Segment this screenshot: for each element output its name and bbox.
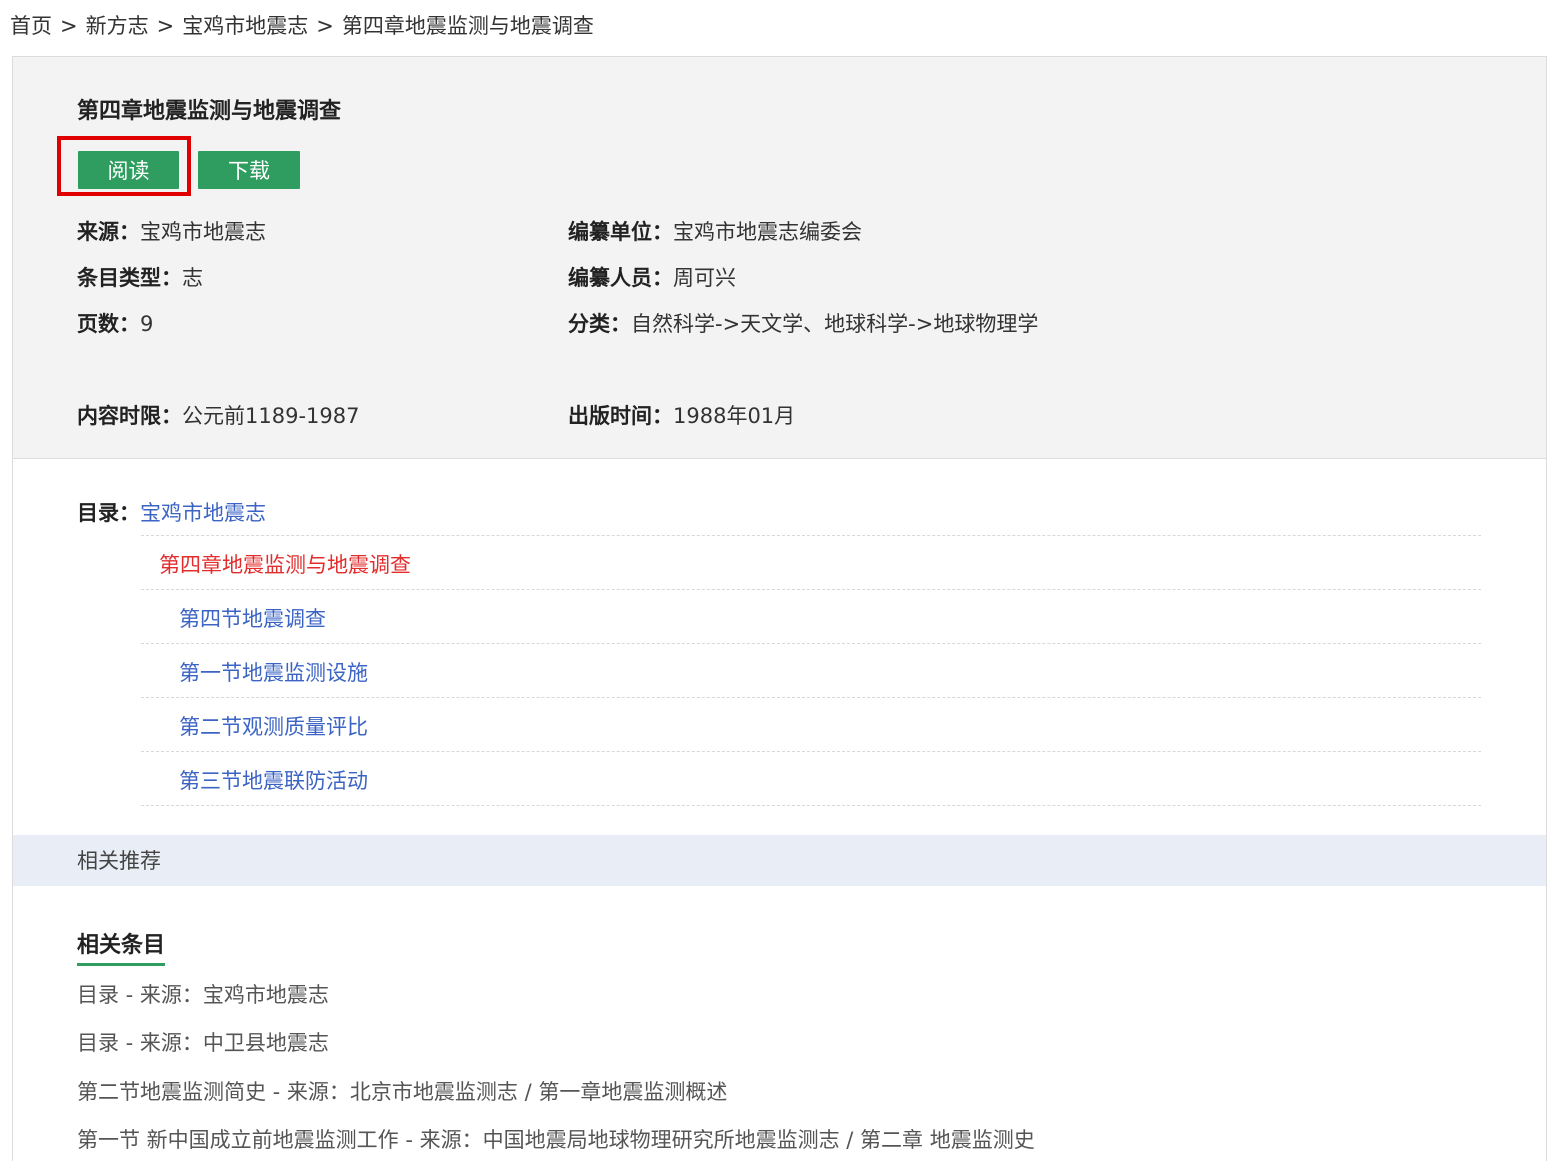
toc-row-current: 第四章地震监测与地震调查 bbox=[141, 536, 1481, 590]
breadcrumb-current: 第四章地震监测与地震调查 bbox=[341, 14, 594, 38]
related-item-link[interactable]: 第二节地震监测简史 - 来源：北京市地震监测志 / 第一章地震监测概述 bbox=[77, 1076, 727, 1106]
field-period: 内容时限：公元前1189-1987 bbox=[77, 393, 359, 439]
download-button[interactable]: 下载 bbox=[198, 151, 300, 189]
toc-root-link[interactable]: 宝鸡市地震志 bbox=[140, 501, 266, 525]
breadcrumb-separator: > bbox=[60, 14, 78, 38]
toc-current-chapter[interactable]: 第四章地震监测与地震调查 bbox=[159, 553, 411, 577]
field-source-label: 来源： bbox=[77, 220, 140, 244]
toc-row: 第二节观测质量评比 bbox=[141, 698, 1481, 752]
toc-row: 第四节地震调查 bbox=[141, 590, 1481, 644]
toc-item-link[interactable]: 第二节观测质量评比 bbox=[179, 715, 368, 739]
related-item-link[interactable]: 第一节 新中国成立前地震监测工作 - 来源：中国地震局地球物理研究所地震监测志 … bbox=[77, 1124, 1035, 1154]
breadcrumb-new-gazetteer[interactable]: 新方志 bbox=[86, 14, 149, 38]
related-section-title: 相关条目 bbox=[77, 927, 166, 966]
record-info-section: 第四章地震监测与地震调查 阅读 下载 来源：宝鸡市地震志 编纂单位：宝鸡市地震志… bbox=[13, 57, 1546, 459]
toc-item-link[interactable]: 第四节地震调查 bbox=[179, 607, 326, 631]
toc-row-root bbox=[141, 481, 1481, 536]
field-period-value: 公元前1189-1987 bbox=[182, 404, 360, 428]
record-title: 第四章地震监测与地震调查 bbox=[77, 99, 342, 124]
recommend-bar-label: 相关推荐 bbox=[77, 849, 161, 873]
field-pages-value: 9 bbox=[140, 312, 154, 336]
toc-item-link[interactable]: 第一节地震监测设施 bbox=[179, 661, 368, 685]
field-source-value: 宝鸡市地震志 bbox=[140, 220, 266, 244]
field-source: 来源：宝鸡市地震志 bbox=[77, 209, 266, 255]
toc-row: 第三节地震联防活动 bbox=[141, 752, 1481, 806]
breadcrumb-book[interactable]: 宝鸡市地震志 bbox=[182, 14, 308, 38]
related-item-link[interactable]: 目录 - 来源：中卫县地震志 bbox=[77, 1027, 329, 1057]
field-editor-person-label: 编纂人员： bbox=[568, 266, 673, 290]
field-category-value: 自然科学->天文学、地球科学->地球物理学 bbox=[631, 312, 1039, 336]
toc-row: 第一节地震监测设施 bbox=[141, 644, 1481, 698]
field-pages: 页数：9 bbox=[77, 301, 153, 347]
toc-label-text: 目录： bbox=[77, 501, 140, 525]
field-type: 条目类型：志 bbox=[77, 255, 203, 301]
field-editor-person-value: 周可兴 bbox=[673, 266, 736, 290]
field-period-label: 内容时限： bbox=[77, 404, 182, 428]
field-pubdate: 出版时间：1988年01月 bbox=[568, 393, 795, 439]
related-item-link[interactable]: 目录 - 来源：宝鸡市地震志 bbox=[77, 979, 329, 1009]
breadcrumb: 首页 > 新方志 > 宝鸡市地震志 > 第四章地震监测与地震调查 bbox=[10, 10, 594, 40]
field-pubdate-label: 出版时间： bbox=[568, 404, 673, 428]
read-button[interactable]: 阅读 bbox=[78, 151, 179, 189]
field-editor-unit-label: 编纂单位： bbox=[568, 220, 673, 244]
field-editor-unit-value: 宝鸡市地震志编委会 bbox=[673, 220, 862, 244]
field-pubdate-value: 1988年01月 bbox=[673, 404, 796, 428]
breadcrumb-home[interactable]: 首页 bbox=[10, 14, 52, 38]
field-editor-unit: 编纂单位：宝鸡市地震志编委会 bbox=[568, 209, 862, 255]
field-type-value: 志 bbox=[182, 266, 203, 290]
field-category: 分类：自然科学->天文学、地球科学->地球物理学 bbox=[568, 301, 1048, 347]
field-type-label: 条目类型： bbox=[77, 266, 182, 290]
toc-item-link[interactable]: 第三节地震联防活动 bbox=[179, 769, 368, 793]
breadcrumb-separator: > bbox=[156, 14, 175, 38]
toc-label: 目录：宝鸡市地震志 bbox=[77, 497, 266, 527]
field-editor-person: 编纂人员：周可兴 bbox=[568, 255, 736, 301]
breadcrumb-separator: > bbox=[316, 14, 334, 38]
field-pages-label: 页数： bbox=[77, 312, 140, 336]
record-panel: 第四章地震监测与地震调查 阅读 下载 来源：宝鸡市地震志 编纂单位：宝鸡市地震志… bbox=[12, 56, 1547, 1161]
recommend-bar: 相关推荐 bbox=[13, 835, 1546, 886]
field-category-label: 分类： bbox=[568, 312, 631, 336]
